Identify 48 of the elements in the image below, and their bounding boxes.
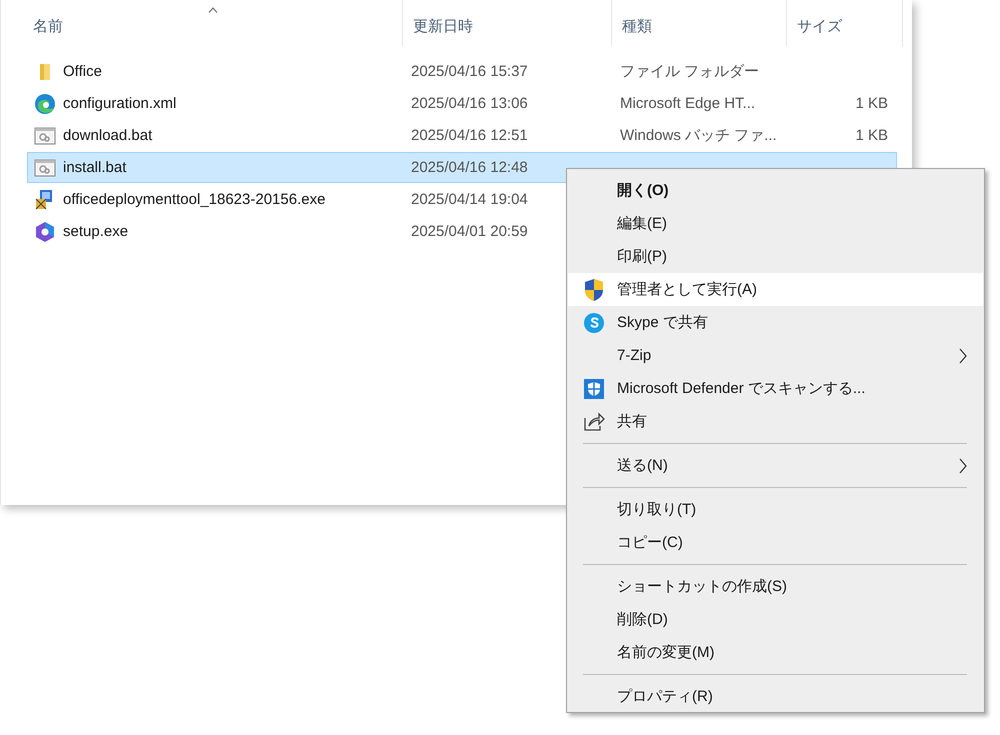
- column-header[interactable]: 名前: [23, 0, 403, 46]
- file-type: Windows バッチ ファ...: [620, 126, 777, 145]
- menu-item[interactable]: 管理者として実行(A): [568, 273, 983, 306]
- menu-item[interactable]: 切り取り(T): [568, 493, 983, 526]
- menu-item[interactable]: 編集(E): [568, 207, 983, 240]
- menu-item[interactable]: 印刷(P): [568, 240, 983, 273]
- file-type: ファイル フォルダー: [620, 62, 760, 81]
- menu-item[interactable]: 共有: [568, 405, 983, 438]
- file-date: 2025/04/16 12:48: [411, 159, 528, 176]
- menu-item[interactable]: 削除(D): [568, 603, 983, 636]
- file-date: 2025/04/16 12:51: [411, 127, 528, 144]
- chevron-right-icon: [959, 458, 967, 474]
- column-header[interactable]: 更新日時: [403, 0, 612, 46]
- ring-logo-icon: [33, 220, 57, 242]
- file-name: install.bat: [63, 159, 126, 176]
- column-header[interactable]: サイズ: [787, 0, 903, 46]
- shield-icon: [582, 278, 604, 302]
- shield-square-icon: [582, 378, 604, 400]
- file-type: Microsoft Edge HT...: [620, 95, 756, 112]
- gears-window-icon: [33, 126, 57, 144]
- file-name: configuration.xml: [63, 95, 176, 112]
- menu-item[interactable]: 7-Zip: [568, 339, 983, 372]
- file-date: 2025/04/16 15:37: [411, 63, 528, 80]
- column-header[interactable]: 種類: [612, 0, 787, 46]
- menu-item[interactable]: Microsoft Defender でスキャンする...: [568, 372, 983, 405]
- chevron-right-icon: [959, 348, 967, 364]
- file-row[interactable]: configuration.xml 2025/04/16 13:06 Microsoft Edge HT... 1 KB: [27, 88, 897, 119]
- file-name: download.bat: [63, 127, 152, 144]
- gears-window-icon: [33, 158, 57, 176]
- file-name: Office: [63, 63, 102, 80]
- share-icon: [582, 412, 604, 432]
- menu-item[interactable]: プロパティ(R): [568, 680, 983, 713]
- file-name: setup.exe: [63, 223, 128, 240]
- file-size: 1 KB: [855, 95, 888, 112]
- file-date: 2025/04/01 20:59: [411, 223, 528, 240]
- menu-item[interactable]: Skype で共有: [568, 306, 983, 339]
- file-row[interactable]: Office 2025/04/16 15:37 ファイル フォルダー: [27, 56, 897, 87]
- menu-item[interactable]: コピー(C): [568, 526, 983, 559]
- menu-item[interactable]: 名前の変更(M): [568, 636, 983, 669]
- file-row[interactable]: download.bat 2025/04/16 12:51 Windows バッチ ファ... 1 KB: [27, 120, 897, 151]
- file-date: 2025/04/14 19:04: [411, 191, 528, 208]
- file-date: 2025/04/16 13:06: [411, 95, 528, 112]
- menu-item[interactable]: ショートカットの作成(S): [568, 570, 983, 603]
- chat-logo-icon: [582, 312, 604, 334]
- globe-icon: [33, 92, 57, 114]
- file-size: 1 KB: [855, 127, 888, 144]
- menu-item[interactable]: 送る(N): [568, 449, 983, 482]
- file-name: officedeploymenttool_18623-20156.exe: [63, 191, 326, 208]
